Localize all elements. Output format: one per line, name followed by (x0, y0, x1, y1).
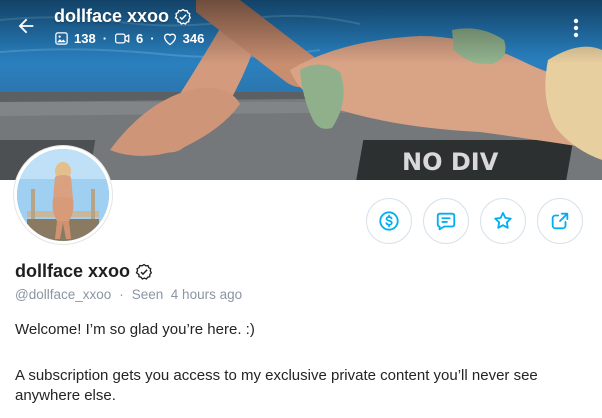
profile-handle[interactable]: @dollface_xxoo (15, 287, 111, 302)
avatar[interactable] (14, 146, 112, 244)
stat-separator: · (102, 31, 108, 46)
tip-dollar-icon (379, 211, 399, 231)
stat-videos-count: 6 (136, 31, 144, 46)
meta-separator: · (119, 287, 124, 302)
cover-sign-text: NO DIV (402, 148, 499, 176)
verified-badge-icon (174, 8, 192, 25)
more-vertical-icon (573, 18, 579, 38)
avatar-image (17, 149, 109, 241)
profile-meta: @dollface_xxoo · Seen 4 hours ago (15, 287, 242, 302)
cover-stats: 138 · 6 · 346 (54, 31, 204, 46)
stat-separator: · (150, 31, 155, 46)
verified-badge-icon (135, 263, 153, 280)
cover-title: dollface xxoo (54, 6, 192, 27)
arrow-left-icon (18, 18, 34, 34)
top-bar: dollface xxoo 138 · 6 · 346 (0, 0, 602, 60)
profile-bio: Welcome! I’m so glad you’re here. :) A s… (15, 320, 595, 406)
more-options-button[interactable] (566, 14, 586, 42)
stat-photos: 138 (54, 31, 96, 46)
back-button[interactable] (12, 12, 40, 40)
message-icon (436, 212, 456, 231)
stat-photos-count: 138 (74, 31, 96, 46)
video-icon (115, 33, 130, 44)
share-icon (551, 212, 569, 230)
share-button[interactable] (537, 198, 583, 244)
profile-display-name: dollface xxoo (15, 261, 131, 281)
last-seen-status: Seen 4 hours ago (131, 287, 243, 302)
profile-actions (366, 198, 583, 244)
stat-videos: 6 (114, 31, 143, 46)
bio-paragraph: Welcome! I’m so glad you’re here. :) (15, 321, 255, 338)
heart-icon (163, 33, 176, 46)
star-icon (494, 212, 512, 229)
bio-paragraph: A subscription gets you access to my exc… (15, 367, 538, 404)
cover-display-name: dollface xxoo (54, 6, 170, 26)
stat-likes: 346 (162, 31, 205, 46)
message-button[interactable] (423, 198, 469, 244)
stat-likes-count: 346 (182, 31, 205, 46)
profile-name-row: dollface xxoo (15, 261, 153, 282)
send-tip-button[interactable] (366, 198, 412, 244)
favorite-button[interactable] (480, 198, 526, 244)
image-icon (55, 32, 68, 45)
